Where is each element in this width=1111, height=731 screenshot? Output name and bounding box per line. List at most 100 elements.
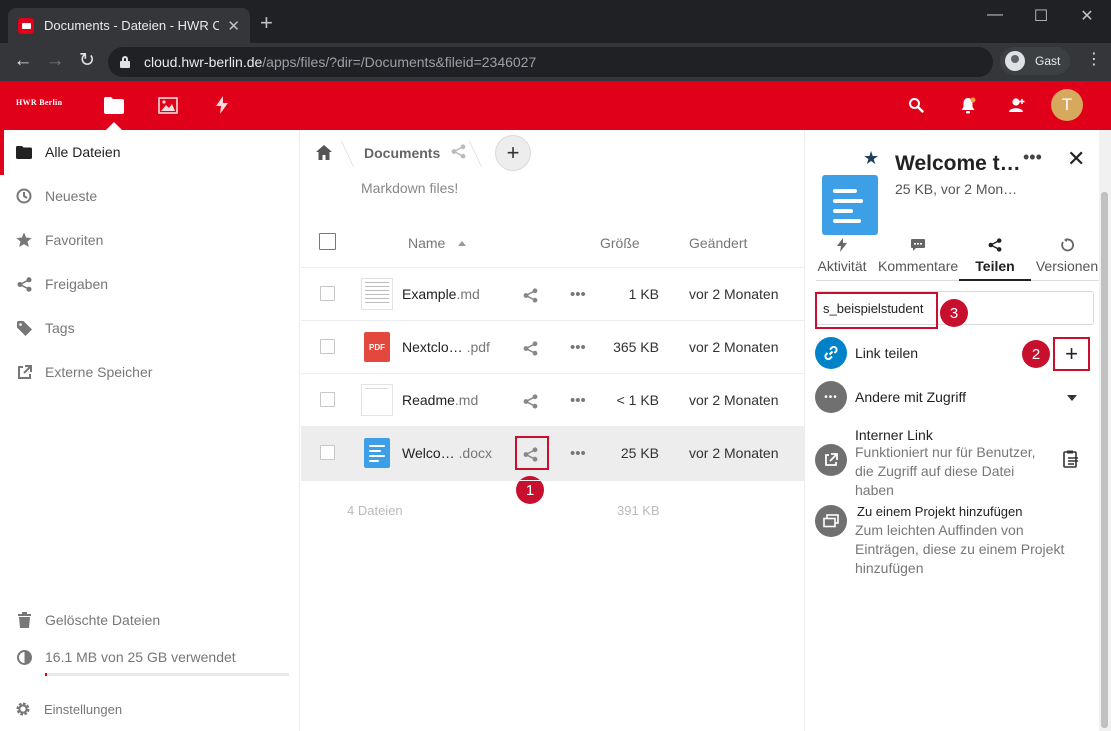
favorite-star-icon[interactable]: ★ (863, 149, 879, 167)
search-icon[interactable] (905, 94, 927, 116)
tab-sharing[interactable]: Teilen (955, 236, 1035, 274)
nav-label: Tags (45, 320, 75, 336)
nav-item-shares[interactable]: Freigaben (0, 262, 300, 306)
internal-link-description: Funktioniert nur für Benutzer, die Zugri… (855, 444, 1036, 498)
file-modified: vor 2 Monaten (689, 392, 779, 408)
share-icon[interactable] (523, 288, 538, 306)
url-host: cloud.hwr-berlin.de (144, 54, 263, 70)
gear-icon (15, 701, 31, 717)
new-file-button[interactable]: + (495, 135, 531, 171)
new-tab-button[interactable]: + (260, 12, 273, 34)
file-extension: .pdf (462, 339, 490, 355)
browser-menu-icon[interactable]: ⋮ (1086, 50, 1102, 70)
add-share-link-button[interactable]: + (1053, 337, 1090, 371)
quota-label: 16.1 MB von 25 GB verwendet (45, 649, 236, 665)
sidebar-more-icon[interactable]: ••• (1023, 147, 1042, 168)
file-count-summary: 4 Dateien (347, 503, 403, 518)
annotation-highlight-input (815, 292, 938, 329)
nav-label: Alle Dateien (45, 144, 121, 160)
sidebar-file-subtitle: 25 KB, vor 2 Mon… (895, 181, 1018, 197)
chevron-down-icon[interactable] (1067, 395, 1077, 401)
row-divider (301, 480, 804, 481)
file-size: 25 KB (620, 445, 659, 461)
close-tab-icon[interactable]: ✕ (227, 17, 240, 35)
tab-versions[interactable]: Versionen (1027, 236, 1107, 274)
nav-item-all-files[interactable]: Alle Dateien (0, 130, 300, 174)
breadcrumb-separator (331, 141, 355, 167)
file-basename: Example (402, 286, 457, 302)
share-icon[interactable] (523, 394, 538, 412)
tab-label: Kommentare (878, 258, 959, 274)
sort-ascending-icon (458, 241, 466, 246)
document-large-icon (822, 175, 878, 235)
maximize-icon[interactable]: ☐ (1021, 6, 1061, 26)
tabs-divider (816, 280, 1099, 281)
profile-label: Gast (1035, 54, 1061, 68)
sidebar-file-title: Welcome t… (895, 152, 1021, 175)
link-icon (815, 337, 847, 369)
quota-pie-icon (16, 649, 32, 665)
back-icon[interactable]: ← (11, 50, 35, 72)
files-app-icon[interactable] (103, 94, 125, 116)
nav-item-favorites[interactable]: Favoriten (0, 218, 300, 262)
photos-app-icon[interactable] (157, 94, 179, 116)
nav-item-settings[interactable]: Einstellungen (0, 687, 300, 731)
quota-progress-bar (45, 673, 289, 676)
file-name[interactable]: Readme.md (402, 392, 478, 408)
file-size: < 1 KB (616, 392, 659, 408)
nav-item-recent[interactable]: Neueste (0, 174, 300, 218)
close-sidebar-icon[interactable]: ✕ (1067, 146, 1085, 172)
file-modified: vor 2 Monaten (689, 445, 779, 461)
row-checkbox[interactable] (320, 392, 335, 407)
more-icon: ••• (815, 381, 847, 413)
column-header-name[interactable]: Name (408, 235, 445, 251)
home-breadcrumb-icon[interactable] (316, 145, 332, 163)
address-bar[interactable]: cloud.hwr-berlin.de/apps/files/?dir=/Doc… (108, 47, 993, 77)
column-header-modified[interactable]: Geändert (689, 235, 747, 251)
hwr-logo[interactable]: HWR Berlin (16, 98, 62, 107)
nav-item-tags[interactable]: Tags (0, 306, 300, 350)
file-modified: vor 2 Monaten (689, 339, 779, 355)
contacts-icon[interactable] (1006, 94, 1028, 116)
nav-label: Neueste (45, 188, 98, 204)
row-checkbox[interactable] (320, 286, 335, 301)
markdown-thumbnail-icon (361, 384, 393, 416)
annotation-badge-3: 3 (940, 299, 968, 327)
nav-label: Einstellungen (44, 701, 123, 717)
share-icon[interactable] (523, 341, 538, 359)
close-window-icon[interactable]: ✕ (1067, 6, 1107, 26)
project-description: Zum leichten Auffinden von Einträgen, di… (855, 522, 1065, 576)
tab-activity[interactable]: Aktivität (802, 236, 882, 274)
file-name[interactable]: Welco… .docx (402, 445, 492, 461)
notifications-icon[interactable] (957, 94, 979, 116)
profile-button[interactable]: Gast (1000, 47, 1070, 75)
column-header-size[interactable]: Größe (600, 235, 640, 251)
user-avatar[interactable]: T (1051, 89, 1083, 121)
trash-icon (16, 612, 32, 628)
select-all-checkbox[interactable] (319, 233, 336, 250)
others-with-access-label[interactable]: Andere mit Zugriff (855, 389, 966, 405)
activity-app-icon[interactable] (211, 94, 233, 116)
file-name[interactable]: Nextclo… .pdf (402, 339, 490, 355)
breadcrumb-documents[interactable]: Documents (364, 145, 440, 161)
active-tab-underline (959, 279, 1031, 281)
minimize-icon[interactable]: — (975, 6, 1015, 24)
file-name[interactable]: Example.md (402, 286, 480, 302)
url-path: /apps/files/?dir=/Documents&fileid=23460… (262, 54, 537, 70)
reload-icon[interactable]: ↻ (75, 50, 99, 72)
rich-workspace-text[interactable]: Markdown files! (361, 180, 458, 196)
nav-item-external-storage[interactable]: Externe Speicher (0, 350, 300, 394)
file-extension: .md (456, 286, 480, 302)
row-checkbox[interactable] (320, 445, 335, 460)
project-title[interactable]: Zu einem Projekt hinzufügen (857, 504, 1022, 519)
clipboard-icon[interactable] (1063, 450, 1079, 471)
tab-comments[interactable]: Kommentare (878, 236, 958, 274)
activity-icon (802, 236, 882, 254)
browser-tab[interactable]: Documents - Dateien - HWR Clou ✕ (8, 8, 250, 43)
tab-label: Teilen (975, 258, 1015, 274)
share-link-label[interactable]: Link teilen (855, 345, 918, 361)
share-icon[interactable] (523, 447, 538, 465)
row-checkbox[interactable] (320, 339, 335, 354)
share-icon (16, 276, 32, 292)
forward-icon[interactable]: → (43, 50, 67, 72)
